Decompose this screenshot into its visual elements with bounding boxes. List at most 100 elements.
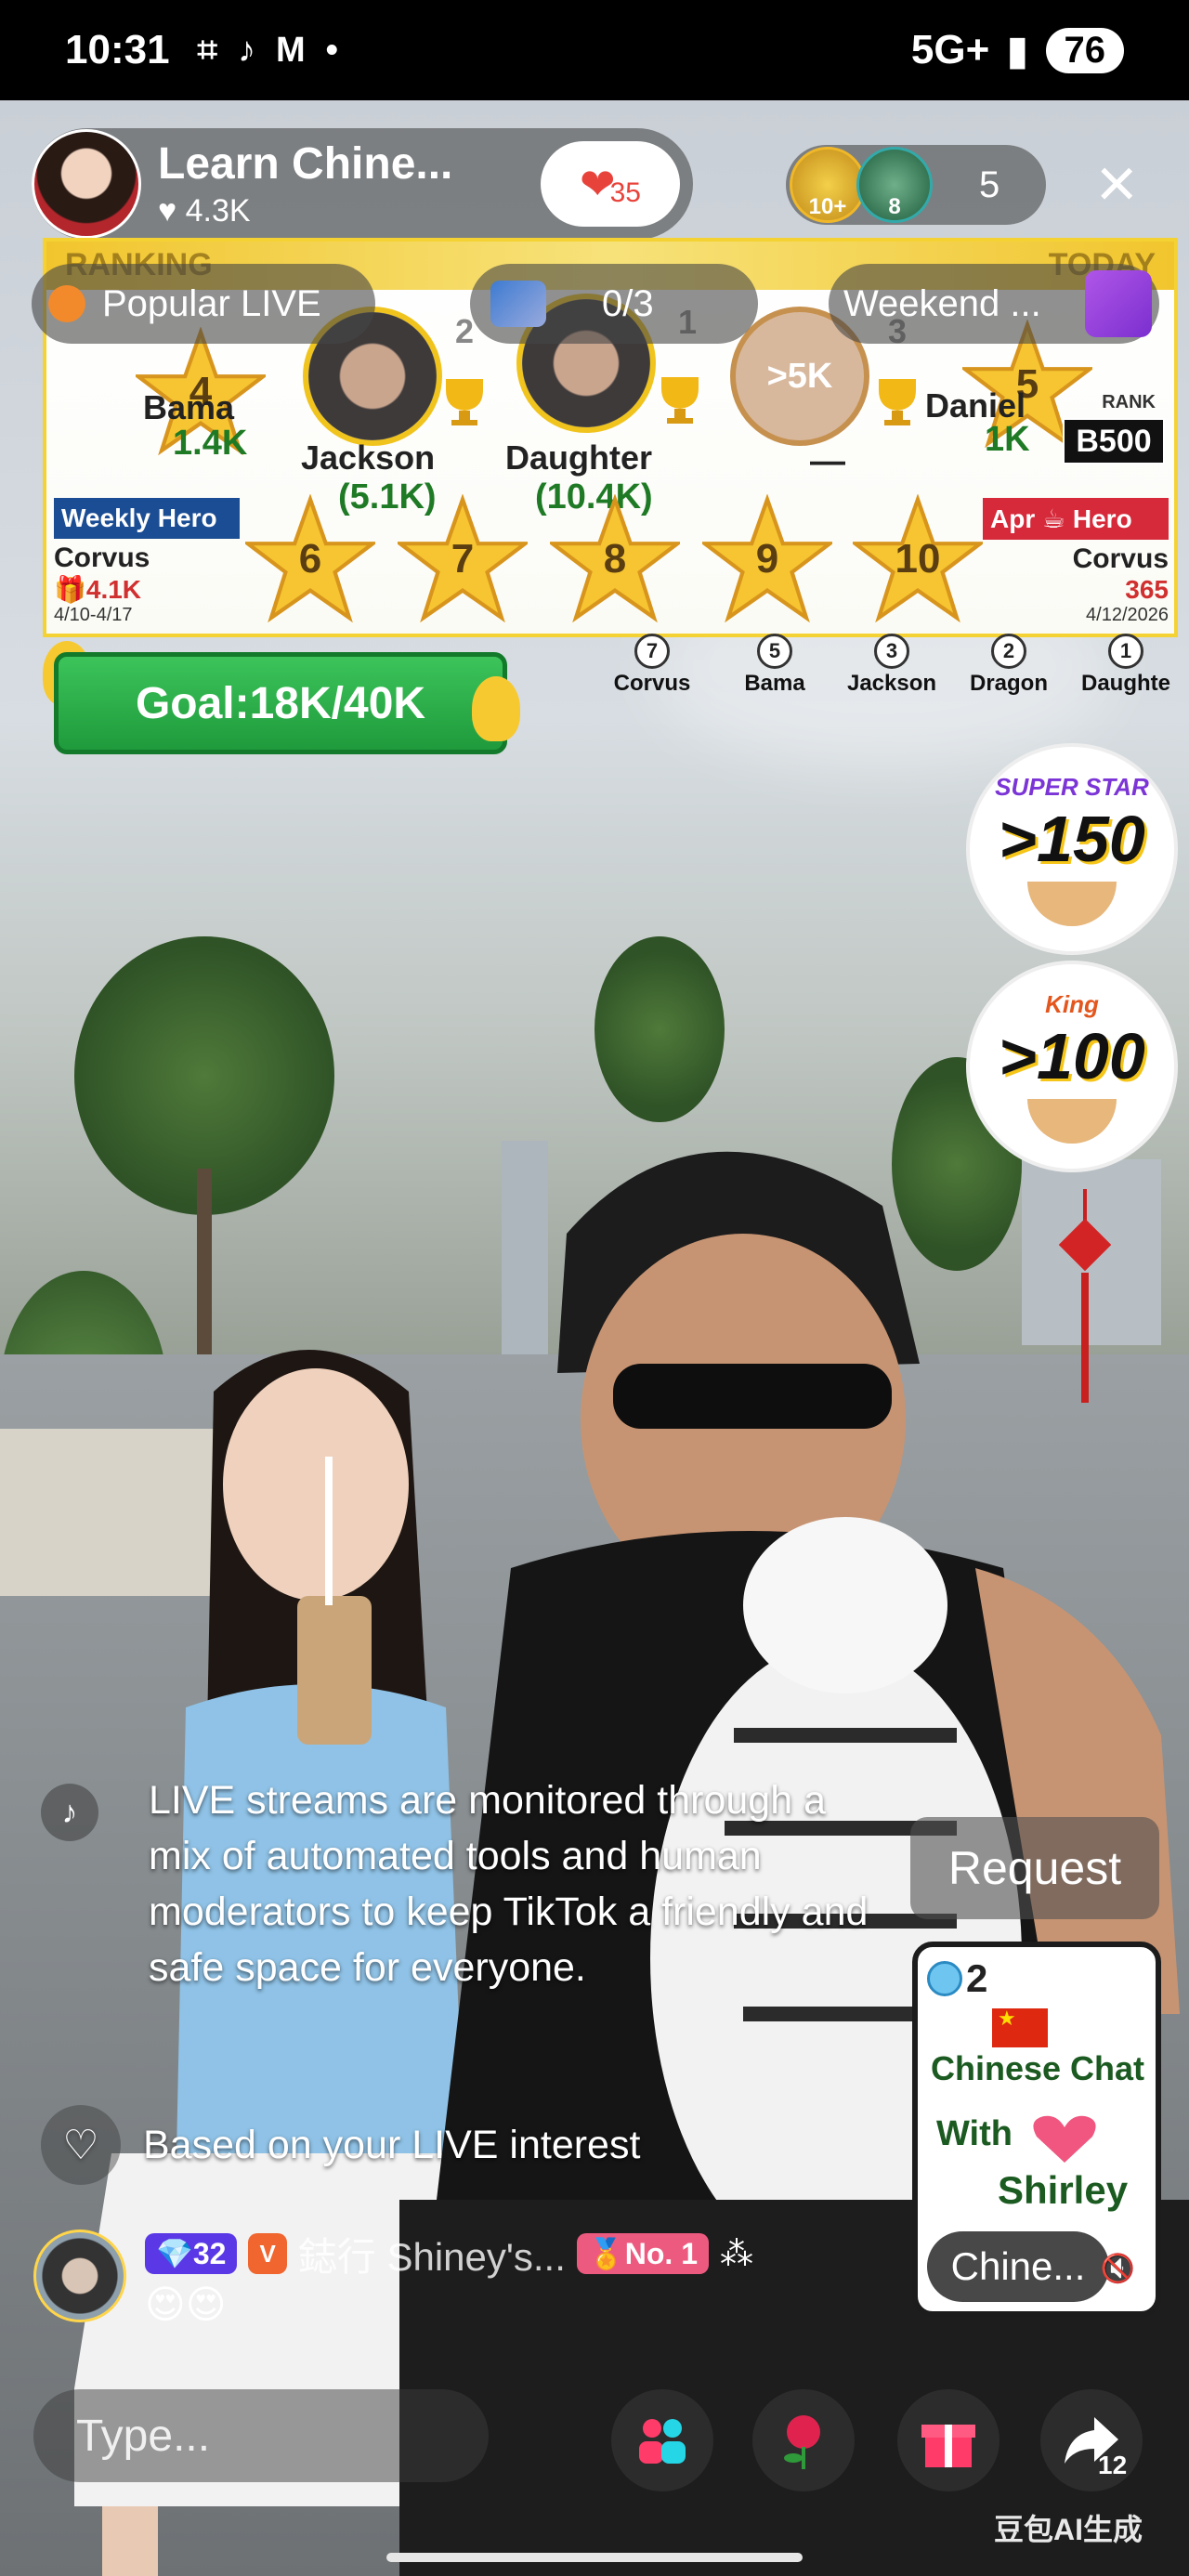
contributor-rank: 3 (874, 634, 909, 669)
rank-number: 9 (755, 536, 779, 582)
viewer-icon (927, 1961, 962, 1996)
popular-live-pill[interactable]: Popular LIVE (32, 264, 375, 344)
interest-reason[interactable]: ♡ Based on your LIVE interest (41, 2105, 640, 2185)
viewer-badge: 8 (888, 194, 901, 219)
home-indicator[interactable] (386, 2553, 803, 2562)
weekly-hero-name: Corvus (54, 543, 150, 573)
host-avatar[interactable] (32, 129, 141, 239)
chat-count: 2 (927, 1956, 987, 2001)
gift-box-icon (1085, 270, 1152, 337)
rank-number: 7 (451, 536, 475, 582)
contributor-star[interactable]: 2 Dragon (960, 634, 1057, 726)
rank-number: 8 (603, 536, 627, 582)
weekly-hero-amount: 4.1K (85, 575, 142, 604)
commenter-name[interactable]: 鋕行 Shiney's... (298, 2226, 566, 2282)
viewer-badge: 10+ (808, 194, 847, 219)
contributor-rank: 2 (991, 634, 1026, 669)
rank-badge-label: RANK (1102, 392, 1156, 412)
mail-icon: M (275, 30, 306, 70)
promo-title: SUPER STAR (995, 772, 1149, 801)
hearts-icon (1033, 2115, 1096, 2163)
apr-hero-tag: Apr ☕ Hero (983, 498, 1169, 540)
chinese-chat-card[interactable]: 2 Chinese Chat With Shirley Chine... 🔇 (912, 1942, 1161, 2317)
commenter-avatar[interactable] (33, 2229, 126, 2322)
mute-icon[interactable]: 🔇 (1101, 2253, 1135, 2285)
level-badge: 💎 32 (145, 2233, 238, 2274)
chat-host-name: Shirley (998, 2168, 1129, 2212)
rank-value: 1.4K (173, 424, 248, 463)
viewer-avatar[interactable]: 10+ (790, 147, 866, 223)
contributor-rank: 1 (1108, 634, 1143, 669)
rose-icon (784, 2415, 820, 2469)
signal-icon: ▮ (1006, 27, 1029, 73)
viewer-count: 5 (979, 163, 1000, 205)
promo-value: >100 (999, 1019, 1145, 1092)
rank-star-9: 9 (702, 494, 832, 624)
rose-gift-button[interactable] (752, 2389, 855, 2491)
comment-text: 😍😍 (145, 2282, 227, 2326)
king-promo[interactable]: King >100 (966, 961, 1178, 1172)
promo-value: >150 (999, 802, 1145, 875)
contributor-name: Daughte (1081, 671, 1170, 696)
contributor-star[interactable]: 5 Bama (726, 634, 823, 726)
contributor-name: Bama (744, 671, 805, 696)
weekend-label: Weekend ... (843, 282, 1041, 324)
dot-icon: • (325, 30, 338, 70)
rank-name: Jackson (301, 438, 436, 477)
goal-banner[interactable]: Goal:18K/40K (54, 652, 507, 754)
chat-with: With (936, 2114, 1013, 2153)
medal-icon: 🏅 (587, 2237, 625, 2270)
likes-count: 4.3K (185, 193, 251, 229)
weekly-hero-dates: 4/10-4/17 (54, 605, 133, 625)
rank-number: 10 (895, 536, 941, 582)
trophy-icon (446, 379, 483, 425)
weekend-event-pill[interactable]: Weekend ... (829, 264, 1159, 344)
request-button[interactable]: Request (910, 1817, 1159, 1919)
weekly-hero[interactable]: Weekly Hero Corvus 🎁4.1K 4/10-4/17 (54, 498, 240, 628)
comment-input[interactable]: Type... (33, 2389, 489, 2482)
contributor-star[interactable]: 3 Jackson (843, 634, 940, 726)
rank-star-6: 6 (245, 494, 375, 624)
share-count: 12 (1098, 2451, 1128, 2479)
rank-star-7: 7 (398, 494, 528, 624)
contributor-star[interactable]: 7 Corvus (604, 634, 700, 726)
heart-icon: ♥ (158, 193, 186, 229)
viewer-avatar[interactable]: 8 (856, 147, 933, 223)
chat-join-button[interactable]: Chine... (927, 2231, 1109, 2302)
interest-label: Based on your LIVE interest (143, 2122, 641, 2167)
rank-name: Daughter (505, 438, 653, 477)
close-icon[interactable]: × (1096, 149, 1137, 219)
ai-watermark: 豆包AI生成 (994, 2513, 1143, 2546)
multi-guest-button[interactable] (611, 2389, 713, 2491)
rank-badge: B500 (1063, 418, 1165, 464)
battery-indicator: 76 (1045, 27, 1124, 73)
host-info-pill[interactable]: Learn Chine... ♥ 4.3K ❤ 35 (32, 128, 693, 240)
rank-number: 2 (455, 312, 475, 350)
share-button[interactable] (1040, 2389, 1143, 2491)
chat-title: Chinese Chat (931, 2049, 1145, 2087)
heart-count: 35 (609, 177, 641, 208)
tiktok-icon: ♪ (237, 30, 255, 70)
contributor-rank: 5 (757, 634, 792, 669)
comment-row[interactable]: 💎 32 V 鋕行 Shiney's... 🏅 No. 1 ⁂ 😍😍 (33, 2229, 888, 2350)
follow-heart-button[interactable]: ❤ 35 (541, 141, 680, 227)
contributor-star[interactable]: 1 Daughte (1078, 634, 1174, 726)
rank-star-10: 10 (853, 494, 983, 624)
weekly-hero-tag: Weekly Hero (54, 498, 240, 539)
rank-badge-label: No. 1 (624, 2236, 698, 2270)
gift-icon: 🎁 (54, 575, 86, 604)
gift-icon (921, 2425, 975, 2467)
tiktok-icon: ♪ (41, 1784, 98, 1841)
people-icon (639, 2419, 686, 2464)
task-progress-pill[interactable]: 0/3 (470, 264, 758, 344)
popular-live-label: Popular LIVE (102, 282, 321, 324)
host-name: Learn Chine... (158, 139, 453, 189)
apr-hero[interactable]: Apr ☕ Hero Corvus 365 4/12/2026 (983, 498, 1169, 628)
viewer-list[interactable]: 10+ 8 5 (786, 145, 1046, 225)
status-bar: 10:31 ⌗ ♪ M • 5G+ ▮ 76 (0, 0, 1189, 100)
rank-threshold: >5K (766, 356, 833, 396)
weekly-hero-value: 🎁4.1K (54, 574, 240, 605)
gift-button[interactable] (897, 2389, 1000, 2491)
super-star-promo[interactable]: SUPER STAR >150 (966, 743, 1178, 955)
trophy-icon (661, 377, 699, 424)
